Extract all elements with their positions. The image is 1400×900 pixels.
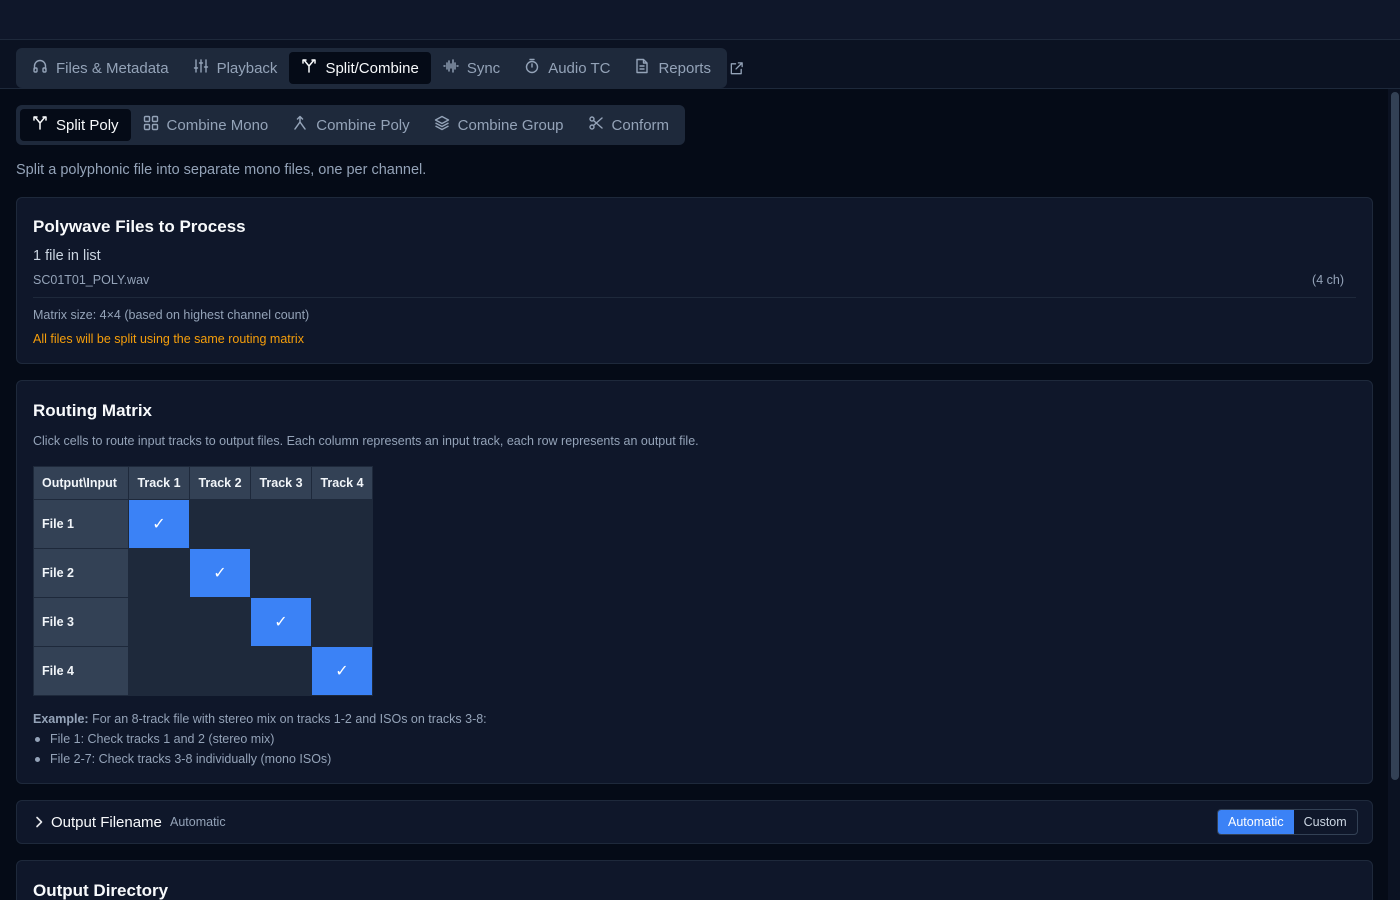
check-icon: ✓ [213, 565, 227, 582]
tab-split-poly[interactable]: Split Poly [20, 109, 131, 141]
matrix-cell[interactable] [128, 548, 190, 598]
routing-description: Click cells to route input tracks to out… [33, 434, 699, 448]
matrix-row-header: File 1 [33, 499, 129, 549]
check-icon: ✓ [152, 516, 166, 533]
tab-label: Split/Combine [325, 59, 419, 77]
tab-combine-group[interactable]: Combine Group [422, 109, 576, 141]
file-name: SC01T01_POLY.wav [33, 273, 150, 287]
polywave-files-card: Polywave Files to Process 1 file in list… [16, 197, 1373, 364]
external-link-icon[interactable] [727, 59, 745, 77]
tab-combine-mono[interactable]: Combine Mono [131, 109, 281, 141]
window-titlebar [0, 0, 1400, 40]
list-item: File 2-7: Check tracks 3-8 individually … [33, 752, 331, 772]
main-tabs: Files & Metadata Playback Split/Combine … [16, 48, 727, 88]
list-item: File 1: Check tracks 1 and 2 (stereo mix… [33, 732, 331, 752]
output-filename-section[interactable]: Output Filename Automatic Automatic Cust… [16, 800, 1373, 844]
tab-sync[interactable]: Sync [431, 52, 512, 84]
example-label: Example: [33, 712, 89, 726]
tab-label: Playback [216, 59, 278, 77]
scrollbar-thumb[interactable] [1391, 92, 1399, 780]
card-title: Polywave Files to Process [33, 217, 246, 236]
split-icon [32, 115, 48, 135]
automatic-button[interactable]: Automatic [1218, 810, 1294, 834]
merge-icon [292, 115, 308, 135]
split-icon [301, 58, 317, 78]
filename-mode-toggle: Automatic Custom [1217, 809, 1358, 835]
example-list: File 1: Check tracks 1 and 2 (stereo mix… [33, 732, 331, 772]
sub-tabs: Split Poly Combine Mono Combine Poly Com… [16, 105, 686, 145]
check-icon: ✓ [274, 614, 288, 631]
matrix-column-header: Track 4 [311, 466, 373, 500]
matrix-column-header: Track 3 [250, 466, 312, 500]
matrix-column-header: Track 2 [189, 466, 251, 500]
matrix-cell[interactable] [189, 499, 251, 549]
matrix-cell[interactable]: ✓ [189, 548, 251, 598]
matrix-cell[interactable] [250, 499, 312, 549]
matrix-cell[interactable] [311, 499, 373, 549]
tab-files-metadata[interactable]: Files & Metadata [20, 52, 181, 84]
custom-button[interactable]: Custom [1294, 810, 1357, 834]
tab-combine-poly[interactable]: Combine Poly [280, 109, 421, 141]
output-filename-title: Output Filename [51, 814, 162, 831]
matrix-cell[interactable]: ✓ [128, 499, 190, 549]
matrix-row-header: File 2 [33, 548, 129, 598]
matrix-row-header: File 3 [33, 597, 129, 647]
tab-label: Combine Poly [316, 116, 410, 134]
example-body: For an 8-track file with stereo mix on t… [88, 712, 487, 726]
matrix-row-header: File 4 [33, 646, 129, 696]
scissors-icon [588, 115, 604, 135]
tab-label: Sync [466, 59, 501, 77]
matrix-cell[interactable] [128, 646, 190, 696]
file-count: 1 file in list [33, 248, 101, 264]
page-description: Split a polyphonic file into separate mo… [16, 162, 427, 178]
matrix-row: File 1 ✓ [33, 499, 373, 549]
tab-label: Conform [611, 116, 670, 134]
card-title: Output Directory [33, 881, 169, 900]
matrix-column-header: Track 1 [128, 466, 190, 500]
file-channels: (4 ch) [1312, 273, 1344, 287]
layers-icon [434, 115, 450, 135]
matrix-row: File 3 ✓ [33, 597, 373, 647]
output-directory-card: Output Directory [16, 860, 1373, 900]
headphones-icon [32, 58, 48, 78]
tab-split-combine[interactable]: Split/Combine [289, 52, 431, 84]
tab-audio-tc[interactable]: Audio TC [512, 52, 622, 84]
matrix-cell[interactable] [250, 548, 312, 598]
matrix-cell[interactable] [189, 646, 251, 696]
check-icon: ✓ [335, 663, 349, 680]
matrix-size-info: Matrix size: 4×4 (based on highest chann… [33, 308, 310, 322]
chevron-right-icon[interactable] [32, 815, 46, 829]
matrix-corner-header: Output\Input [33, 466, 129, 500]
timer-icon [524, 58, 540, 78]
tab-label: Audio TC [548, 59, 611, 77]
matrix-cell[interactable] [311, 548, 373, 598]
matrix-cell[interactable] [128, 597, 190, 647]
tab-reports[interactable]: Reports [622, 52, 723, 84]
file-row[interactable]: SC01T01_POLY.wav (4 ch) [33, 273, 1356, 298]
waveform-icon [443, 58, 459, 78]
tab-label: Files & Metadata [56, 59, 169, 77]
tab-label: Combine Mono [166, 116, 269, 134]
matrix-cell[interactable]: ✓ [250, 597, 312, 647]
matrix-row: File 2 ✓ [33, 548, 373, 598]
routing-matrix-card: Routing Matrix Click cells to route inpu… [16, 380, 1373, 784]
matrix-cell[interactable] [311, 597, 373, 647]
tab-playback[interactable]: Playback [181, 52, 290, 84]
routing-warning: All files will be split using the same r… [33, 332, 304, 346]
card-title: Routing Matrix [33, 401, 152, 420]
grid-icon [143, 115, 159, 135]
tab-conform[interactable]: Conform [576, 109, 682, 141]
routing-matrix: Output\Input Track 1 Track 2 Track 3 Tra… [33, 466, 373, 696]
matrix-cell[interactable] [250, 646, 312, 696]
tab-label: Split Poly [56, 116, 119, 134]
tab-label: Combine Group [457, 116, 564, 134]
output-filename-mode: Automatic [170, 815, 226, 829]
matrix-row: File 4 ✓ [33, 646, 373, 696]
document-icon [634, 58, 650, 78]
matrix-cell[interactable] [189, 597, 251, 647]
example-text: Example: For an 8-track file with stereo… [33, 712, 487, 726]
sliders-icon [193, 58, 209, 78]
matrix-cell[interactable]: ✓ [311, 646, 373, 696]
tab-label: Reports [658, 59, 711, 77]
